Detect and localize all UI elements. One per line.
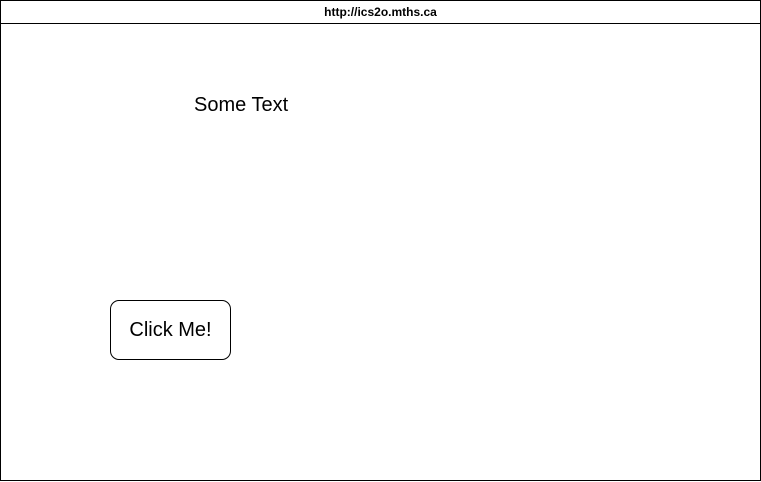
click-me-button[interactable]: Click Me! [110,300,231,360]
address-bar[interactable]: http://ics2o.mths.ca [1,1,760,24]
browser-window: http://ics2o.mths.ca Some Text Click Me! [0,0,761,481]
page-content: Some Text Click Me! [1,24,760,480]
page-text-label: Some Text [194,94,289,116]
